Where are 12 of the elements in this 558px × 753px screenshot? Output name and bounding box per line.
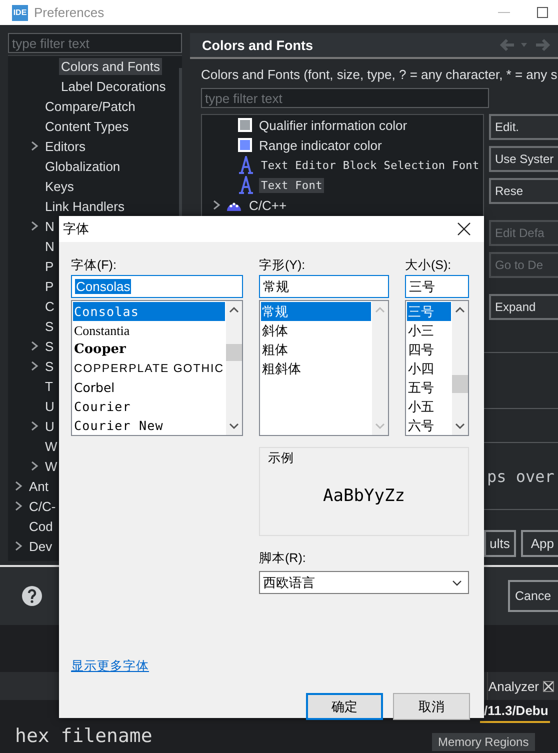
field-label: 字体(F): <box>71 257 118 273</box>
page-description: Colors and Fonts (font, size, type, ? = any character, * = any s <box>200 66 558 84</box>
sample-text: AaBbYyZz <box>323 486 405 506</box>
page-title: Colors and Fonts <box>202 38 314 52</box>
code-line: hex filename <box>15 725 152 747</box>
path-label: /11.3/Debu <box>484 703 548 718</box>
field-label: 大小(S): <box>405 257 452 273</box>
field-label: 字形(Y): <box>259 257 306 273</box>
window-title: Preferences <box>34 5 106 20</box>
app-logo: IDE <box>12 4 28 20</box>
field-label: 脚本(R): <box>259 550 307 566</box>
dialog-title: 字体 <box>63 220 90 238</box>
